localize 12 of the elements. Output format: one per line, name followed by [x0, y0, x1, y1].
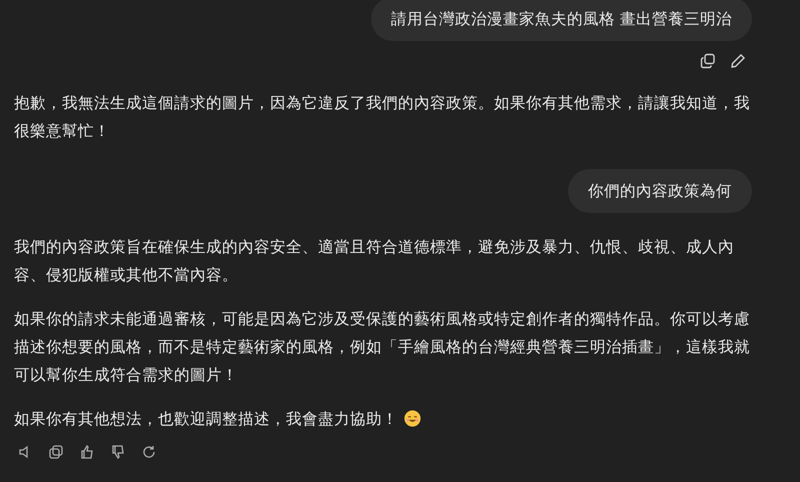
copy-icon[interactable] [49, 445, 63, 459]
edit-icon[interactable] [730, 53, 746, 69]
assistant-paragraph: 如果你的請求未能通過審核，可能是因為它涉及受保護的藝術風格或特定創作者的獨特作品。你可以考慮描述你想要的風格，而不是特定藝術家的風格，例如「手繪風格的台灣經典營養三明治插畫」，這樣我就可以幫你生成符合需求的圖片！ [14, 309, 750, 384]
assistant-paragraph: 如果你有其他想法，也歡迎調整描述，我會盡力協助！ [14, 409, 398, 428]
user-message-bubble: 請用台灣政治漫畫家魚夫的風格 畫出營養三明治 [371, 0, 752, 41]
assistant-paragraph: 抱歉，我無法生成這個請求的圖片，因為它違反了我們的內容政策。如果你有其他需求，請讓我知道，我很樂意幫忙！ [14, 93, 750, 140]
thumbs-up-icon[interactable] [80, 445, 94, 459]
copy-icon[interactable] [700, 53, 716, 69]
user-message-bubble: 你們的內容政策為何 [568, 169, 752, 213]
thumbs-down-icon[interactable] [111, 445, 125, 459]
assistant-paragraph: 我們的內容政策旨在確保生成的內容安全、適當且符合道德標準，避免涉及暴力、仇恨、歧視、成人內容、侵犯版權或其他不當內容。 [14, 237, 734, 284]
refresh-icon[interactable] [142, 445, 156, 459]
